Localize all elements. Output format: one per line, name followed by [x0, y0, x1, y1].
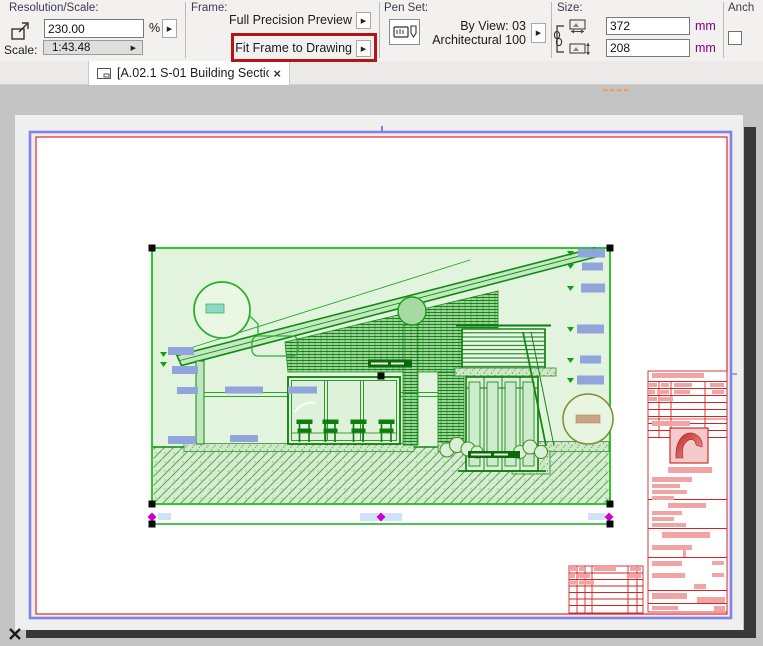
fit-frame-flyout-button[interactable]: ▶ [356, 40, 371, 57]
resolution-unit-label: % [149, 21, 160, 35]
selection-handle [607, 521, 614, 528]
tree-symbol [563, 394, 613, 444]
tab-bar: [A.02.1 S-01 Building Section] × [0, 61, 763, 85]
pen-set-name: Architectural 100 [398, 33, 526, 47]
layout-view [0, 85, 763, 646]
tab-close-button[interactable]: × [273, 66, 281, 81]
wall-pier-section [438, 372, 464, 442]
margin-side-tick [732, 373, 737, 375]
revision-table [569, 566, 643, 613]
resolution-scale-section-label: Resolution/Scale: [9, 2, 99, 14]
pen-set-flyout-button[interactable]: ▶ [531, 23, 546, 43]
scale-dropdown-arrow-icon: ▶ [131, 44, 136, 52]
scale-label: Scale: [4, 43, 37, 57]
size-height-unit: mm [695, 41, 716, 55]
size-width-input[interactable] [606, 17, 690, 35]
toolbar-separator [379, 2, 380, 58]
pen-set-value: By View: 03 Architectural 100 [398, 19, 526, 47]
resolution-input[interactable] [44, 19, 144, 38]
scale-dropdown[interactable]: 1:43.48 ▶ [43, 40, 143, 55]
width-icon [570, 20, 585, 34]
pen-set-by-view: By View: 03 [398, 19, 526, 33]
resize-icon [9, 20, 31, 42]
selection-handle [149, 245, 156, 252]
resize-drawing-button[interactable] [6, 18, 34, 44]
size-section-label: Size: [557, 2, 583, 14]
chimney-section [403, 325, 418, 445]
autotext-orange-marks [603, 89, 629, 91]
flyout-arrow-icon: ▶ [361, 17, 366, 25]
size-link-icons [551, 18, 603, 60]
anchor-section-label: Anch [728, 2, 754, 14]
vent-circle [398, 297, 426, 325]
flyout-arrow-icon: ▶ [167, 25, 172, 33]
layout-tab[interactable]: [A.02.1 S-01 Building Section] × [88, 61, 290, 85]
selection-handle [607, 245, 614, 252]
chain-link-icon [551, 18, 603, 60]
layout-canvas[interactable] [0, 85, 763, 646]
size-height-input[interactable] [606, 39, 690, 57]
drawing-settings-toolbar: Resolution/Scale: % ▶ Scale: 1:43.48 ▶ F… [0, 0, 763, 62]
selection-handle [607, 501, 614, 508]
scale-value: 1:43.48 [52, 42, 90, 54]
fit-frame-to-drawing-item[interactable]: Fit Frame to Drawing [200, 41, 352, 55]
selection-handle [378, 373, 385, 380]
full-precision-preview-item[interactable]: Full Precision Preview [200, 13, 352, 27]
flyout-arrow-icon: ▶ [361, 45, 366, 53]
toolbar-separator [723, 2, 724, 58]
anchor-checkbox[interactable] [728, 31, 742, 45]
size-width-unit: mm [695, 19, 716, 33]
tab-title: [A.02.1 S-01 Building Section] [117, 66, 269, 80]
pen-set-section-label: Pen Set: [384, 2, 428, 14]
margin-center-tick [381, 126, 383, 132]
layout-tab-icon [97, 68, 111, 79]
flyout-arrow-icon: ▶ [536, 29, 541, 37]
toolbar-separator [185, 2, 186, 58]
full-precision-flyout-button[interactable]: ▶ [356, 12, 371, 29]
height-icon [570, 43, 590, 55]
layout-origin-marker [10, 629, 20, 639]
resolution-flyout-button[interactable]: ▶ [162, 19, 177, 38]
selection-handle [149, 501, 156, 508]
selection-handle [149, 521, 156, 528]
